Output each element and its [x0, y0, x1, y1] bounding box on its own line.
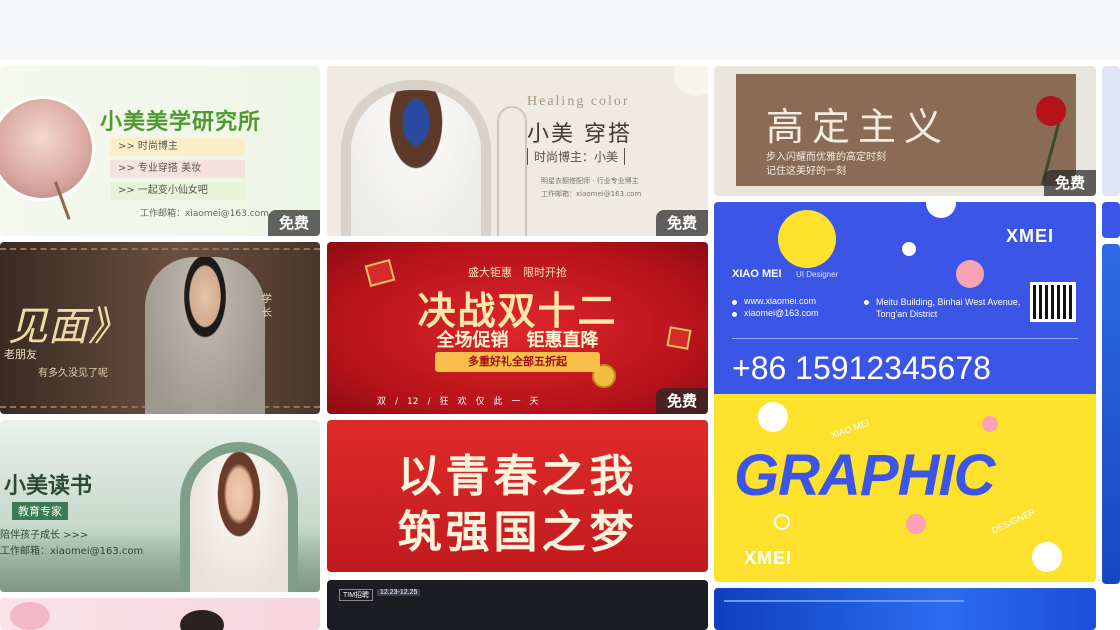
template-card-partial-1[interactable] [1102, 66, 1120, 196]
deco-dot-white [926, 202, 956, 218]
contact-address: Meitu Building, Binhai West Avenue, Tong… [876, 297, 1021, 319]
line-2: 有多久没见了呢 [38, 368, 108, 379]
side-text-2: 长 [262, 308, 272, 319]
branch-decoration [54, 172, 96, 220]
bullet-item-2: >> 专业穿搭 美妆 [110, 160, 245, 178]
arch-decoration [497, 106, 527, 236]
card-title: 小美 穿搭 [527, 122, 632, 147]
deco-dot-pink [956, 260, 984, 288]
deco-circle [674, 66, 708, 96]
promo-ribbon: 多重好礼全部五折起 [435, 352, 600, 372]
slogan-line-1: 以青春之我 [397, 451, 638, 502]
bullet-addr [864, 300, 869, 305]
film-strip-top [0, 248, 320, 254]
card-subtitle: 教育专家 [12, 502, 68, 520]
phone-number: +86 15912345678 [732, 350, 991, 386]
top-toolbar [0, 0, 1120, 60]
rose-icon [1036, 96, 1066, 126]
template-card-business-card[interactable]: XMEI XIAO MEI UI Designer www.xiaomei.co… [714, 202, 1096, 582]
template-card-partial-2[interactable] [1102, 202, 1120, 238]
side-text-1: 学 [262, 294, 272, 305]
deco-ring [774, 514, 790, 530]
deco-dot-small [902, 242, 916, 256]
card-title: 高定主义 [766, 105, 951, 149]
template-card-outfit[interactable]: Healing color 小美 穿搭 时尚博主：小美 明星衣橱搭配师 · 行业… [327, 66, 708, 236]
template-card-couture[interactable]: 高定主义 步入闪耀而优雅的高定时刻 记住这美好的一刻 免费 [714, 66, 1096, 196]
template-card-recruit[interactable]: TIM招聘 12.23-12.25 [327, 580, 708, 630]
promo-bottom: 双 / 12 / 狂 欢 仅 此 一 天 [377, 397, 539, 407]
person-photo [351, 90, 481, 236]
card-subtitle: 全场促销 钜惠直降 [436, 330, 599, 351]
designer-label: DESIGNER [990, 506, 1037, 536]
template-card-pink[interactable] [0, 598, 320, 630]
bullet-item-1: >> 时尚博主 [110, 138, 245, 156]
free-badge: 免费 [1044, 170, 1096, 196]
person-photo [190, 452, 288, 592]
line-1: 步入闪耀而优雅的高定时刻 [766, 152, 886, 163]
brand-logo-2: XMEI [744, 548, 793, 568]
person-head [180, 610, 224, 630]
card-email: 工作邮箱：xiaomei@163.com [0, 546, 144, 557]
graphic-headline: GRAPHIC [734, 443, 995, 508]
template-card-beauty-lab[interactable]: 小美美学研究所 >> 时尚博主 >> 专业穿搭 美妆 >> 一起变小仙女吧 工作… [0, 66, 320, 236]
contact-web: www.xiaomei.com [744, 296, 817, 306]
template-card-reading[interactable]: 小美读书 教育专家 陪伴孩子成长 >>> 工作邮箱：xiaomei@163.co… [0, 420, 320, 592]
card-title: 小美读书 [4, 474, 93, 499]
contact-mail: xiaomei@163.com [744, 308, 819, 318]
deco-dot-pink-3 [906, 514, 926, 534]
recruit-tag-1: TIM招聘 [339, 589, 374, 601]
card-email: 工作邮箱：xiaomei@163.com [140, 209, 269, 219]
promo-top: 盛大钜惠 限时开抢 [468, 266, 567, 279]
free-badge: 免费 [656, 210, 708, 236]
template-card-tech[interactable] [714, 588, 1096, 630]
line-2: 记住这美好的一刻 [766, 166, 846, 177]
free-badge: 免费 [268, 210, 320, 236]
person-photo [145, 257, 265, 414]
deco-dot-yellow [778, 210, 836, 268]
template-card-partial-3[interactable] [1102, 244, 1120, 584]
line-1: 老朋友 [4, 348, 37, 361]
card-front: XMEI XIAO MEI UI Designer www.xiaomei.co… [714, 202, 1096, 394]
person-name: XIAO MEI [732, 268, 782, 280]
divider [732, 338, 1078, 339]
card-subtitle: 时尚博主：小美 [527, 148, 626, 165]
deco-dot-white-3 [1032, 542, 1062, 572]
template-card-meet[interactable]: 见面》 学 长 老朋友 有多久没见了呢 [0, 242, 320, 414]
deco-dot-white-2 [758, 402, 788, 432]
blossom-decoration [10, 602, 50, 630]
qr-code-icon [1030, 282, 1076, 322]
line-1: 陪伴孩子成长 >>> [0, 530, 89, 541]
bullet-item-3: >> 一起变小仙女吧 [110, 182, 245, 200]
recruit-tag-2: 12.23-12.25 [377, 589, 421, 596]
bullet-web [732, 300, 737, 305]
card-title: 见面》 [8, 304, 128, 350]
brand-logo: XMEI [1006, 226, 1055, 246]
bullet-mail [732, 312, 737, 317]
person-role: UI Designer [796, 270, 839, 279]
tech-line [724, 600, 964, 602]
template-card-youth[interactable]: 以青春之我 筑强国之梦 [327, 420, 708, 572]
line-1: 明星衣橱搭配师 · 行业专业博主 [541, 177, 639, 185]
eng-subtitle: Healing color [527, 94, 630, 109]
small-label: XIAO MEI [829, 417, 871, 441]
card-title: 小美美学研究所 [100, 110, 262, 135]
slogan-line-2: 筑强国之梦 [397, 507, 638, 558]
line-2: 工作邮箱：xiaomei@163.com [541, 190, 642, 198]
free-badge: 免费 [656, 388, 708, 414]
deco-dot-pink-2 [982, 416, 998, 432]
template-card-double12[interactable]: 盛大钜惠 限时开抢 决战双十二 全场促销 钜惠直降 多重好礼全部五折起 双 / … [327, 242, 708, 414]
